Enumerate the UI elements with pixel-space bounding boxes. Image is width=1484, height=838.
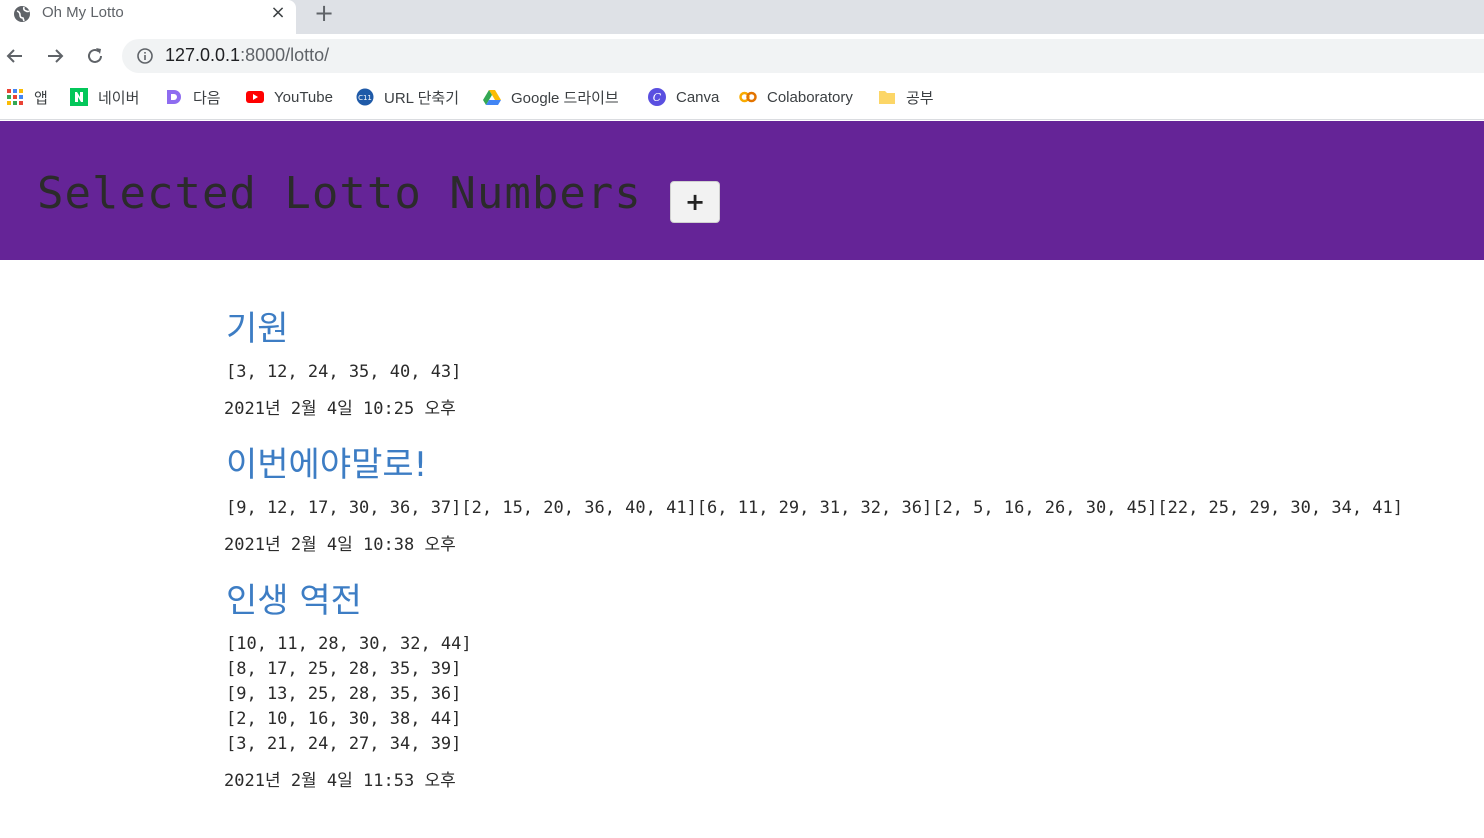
bookmark-apps[interactable]: 앱 — [6, 86, 48, 108]
lotto-numbers: [3, 21, 24, 27, 34, 39] — [226, 734, 462, 754]
reload-icon[interactable] — [84, 45, 106, 67]
page-title: Selected Lotto Numbers — [37, 168, 642, 219]
apps-grid-icon — [7, 89, 23, 105]
bookmark-daum[interactable]: 다음 — [165, 86, 221, 108]
bookmark-label: 공부 — [906, 89, 934, 107]
address-bar[interactable]: 127.0.0.1:8000/lotto/ — [122, 39, 1484, 73]
back-arrow-icon[interactable] — [4, 45, 26, 67]
bookmark-label: 앱 — [34, 89, 48, 107]
bookmark-label: Canva — [676, 88, 720, 106]
svg-text:C11: C11 — [358, 94, 372, 102]
post-title-link[interactable]: 기원 — [226, 306, 1474, 352]
url-path: :8000/lotto/ — [240, 45, 330, 65]
page-header: Selected Lotto Numbers + — [0, 121, 1484, 260]
tab-title: Oh My Lotto — [42, 4, 124, 21]
post-item: 기원 [3, 12, 24, 35, 40, 43] 2021년 2월 4일 1… — [224, 306, 1474, 422]
url-host: 127.0.0.1 — [165, 45, 241, 65]
url-shortener-icon: C11 — [356, 88, 374, 106]
browser-tab[interactable]: Oh My Lotto × — [0, 0, 296, 34]
folder-icon — [879, 91, 895, 104]
bookmark-url-shortener[interactable]: C11 URL 단축기 — [356, 86, 459, 108]
bookmark-label: YouTube — [274, 88, 333, 106]
bookmark-label: URL 단축기 — [384, 89, 460, 107]
url-text[interactable]: 127.0.0.1:8000/lotto/ — [165, 45, 329, 66]
tab-close-icon[interactable]: × — [268, 3, 288, 23]
bookmark-label: 네이버 — [98, 89, 140, 107]
bookmark-label: 다음 — [193, 89, 221, 107]
lotto-numbers: [8, 17, 25, 28, 35, 39] — [226, 659, 462, 679]
post-item: 인생 역전 [10, 11, 28, 30, 32, 44] [8, 17, 2… — [224, 578, 1474, 794]
post-date: 2021년 2월 4일 11:53 오후 — [224, 771, 456, 791]
post-title-link[interactable]: 이번에야말로! — [226, 442, 1474, 488]
svg-text:C: C — [653, 91, 662, 104]
bookmark-naver[interactable]: 네이버 — [70, 86, 139, 108]
bookmark-youtube[interactable]: YouTube — [246, 86, 333, 108]
bookmarks-bar: 앱 네이버 다음 YouTube C11 URL 단축기 Google 드라이브… — [0, 79, 1484, 120]
lotto-numbers: [3, 12, 24, 35, 40, 43] — [226, 362, 462, 382]
bookmark-colaboratory[interactable]: Colaboratory — [739, 86, 853, 108]
post-item: 이번에야말로! [9, 12, 17, 30, 36, 37][2, 15, 2… — [224, 442, 1474, 558]
lotto-numbers: [9, 12, 17, 30, 36, 37][2, 15, 20, 36, 4… — [226, 498, 1404, 518]
post-date: 2021년 2월 4일 10:38 오후 — [224, 535, 456, 555]
bookmark-label: Colaboratory — [767, 88, 853, 106]
globe-icon — [14, 6, 30, 22]
post-title-link[interactable]: 인생 역전 — [226, 578, 1474, 624]
post-list: 기원 [3, 12, 24, 35, 40, 43] 2021년 2월 4일 1… — [224, 300, 1474, 794]
new-tab-button[interactable]: + — [312, 1, 336, 25]
bookmark-label: Google 드라이브 — [511, 89, 619, 107]
add-post-button[interactable]: + — [670, 181, 720, 223]
lotto-numbers: [9, 13, 25, 28, 35, 36] — [226, 684, 462, 704]
site-info-icon[interactable] — [136, 47, 154, 65]
forward-arrow-icon[interactable] — [44, 45, 66, 67]
colab-icon — [739, 91, 757, 103]
post-date: 2021년 2월 4일 10:25 오후 — [224, 399, 456, 419]
google-drive-icon — [483, 90, 501, 105]
canva-icon: C — [648, 88, 666, 106]
bookmark-google-drive[interactable]: Google 드라이브 — [483, 86, 619, 108]
lotto-numbers: [10, 11, 28, 30, 32, 44] — [226, 634, 472, 654]
lotto-numbers: [2, 10, 16, 30, 38, 44] — [226, 709, 462, 729]
youtube-icon — [246, 91, 264, 103]
tab-strip: Oh My Lotto × + — [0, 0, 1484, 34]
browser-toolbar: 127.0.0.1:8000/lotto/ — [0, 34, 1484, 79]
naver-icon — [70, 88, 88, 106]
bookmark-canva[interactable]: C Canva — [648, 86, 719, 108]
daum-icon — [167, 90, 181, 104]
bookmark-folder-study[interactable]: 공부 — [878, 86, 934, 108]
